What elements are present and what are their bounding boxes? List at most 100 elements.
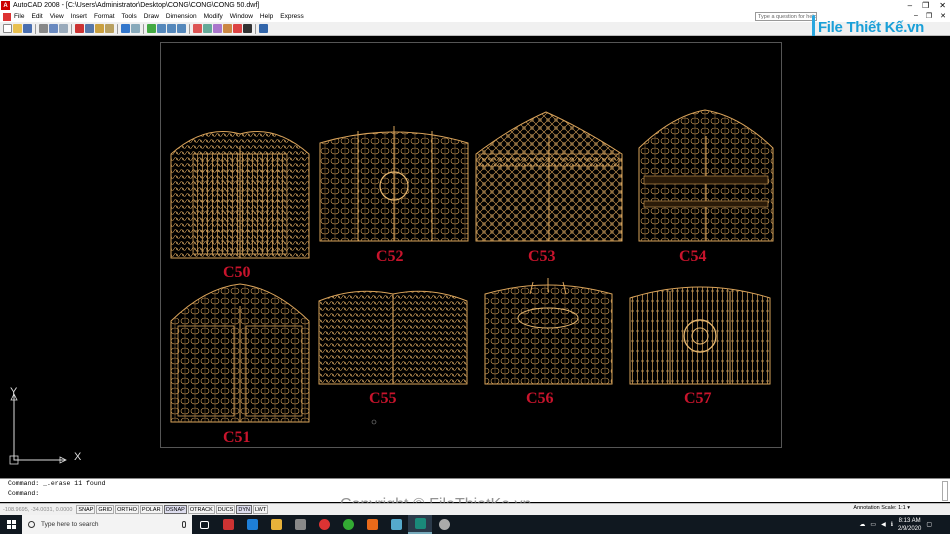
gate-c55[interactable]	[318, 290, 468, 385]
polar-toggle[interactable]: POLAR	[139, 505, 163, 514]
taskbar-app[interactable]	[432, 515, 456, 534]
doc-maximize-button[interactable]: ❐	[926, 12, 932, 20]
command-scrollbar[interactable]	[942, 481, 948, 501]
gate-drawings	[170, 109, 774, 425]
zoom-previous-icon[interactable]	[177, 24, 186, 33]
annotation-scale[interactable]: Annotation Scale: 1:1 ▾	[853, 505, 910, 511]
minimize-button[interactable]: –	[908, 1, 912, 10]
network-icon[interactable]: ▭	[870, 521, 876, 528]
drawing-area[interactable]: C50 C52 C53 C54 C51 C55 C56 C57 Y X	[0, 36, 950, 478]
windows-taskbar: Type here to search	[0, 515, 950, 534]
sheet-set-icon[interactable]	[223, 24, 232, 33]
menu-format[interactable]: Format	[94, 13, 115, 20]
system-tray: ☁ ▭ ◀ ℹ 8:13 AM 2/9/2020 ▢	[859, 515, 932, 534]
taskbar-app[interactable]	[240, 515, 264, 534]
menu-modify[interactable]: Modify	[204, 13, 223, 20]
coordinate-readout[interactable]: -108.9695, -34.0031, 0.0000	[0, 507, 76, 513]
start-button[interactable]	[0, 515, 22, 534]
match-properties-icon[interactable]	[105, 24, 114, 33]
tool-palettes-icon[interactable]	[213, 24, 222, 33]
clock-date: 2/9/2020	[897, 525, 922, 532]
gate-c54[interactable]	[638, 109, 774, 242]
help-icon[interactable]	[259, 24, 268, 33]
label-c57: C57	[684, 390, 712, 407]
maximize-button[interactable]: ❐	[922, 1, 929, 10]
store-icon	[294, 519, 306, 530]
gate-c51[interactable]	[170, 283, 310, 423]
clock[interactable]: 8:13 AM 2/9/2020	[898, 517, 921, 533]
cut-icon[interactable]	[75, 24, 84, 33]
label-c55: C55	[369, 390, 397, 407]
markup-icon[interactable]	[233, 24, 242, 33]
toolbar-separator	[35, 23, 36, 34]
undo-icon[interactable]	[121, 24, 130, 33]
taskbar-app[interactable]	[264, 515, 288, 534]
paste-icon[interactable]	[95, 24, 104, 33]
taskbar-app[interactable]	[336, 515, 360, 534]
status-bar: -108.9695, -34.0031, 0.0000 SNAP GRID OR…	[0, 503, 950, 515]
close-button[interactable]: ✕	[939, 1, 946, 10]
toolbar-separator	[189, 23, 190, 34]
redo-icon[interactable]	[131, 24, 140, 33]
menu-view[interactable]: View	[50, 13, 64, 20]
taskbar-app-autocad[interactable]	[408, 515, 432, 534]
open-icon[interactable]	[13, 24, 22, 33]
properties-icon[interactable]	[193, 24, 202, 33]
menu-insert[interactable]: Insert	[71, 13, 87, 20]
plot-preview-icon[interactable]	[49, 24, 58, 33]
toolbar-separator	[117, 23, 118, 34]
lwt-toggle[interactable]: LWT	[252, 505, 269, 514]
snap-toggle[interactable]: SNAP	[76, 505, 96, 514]
pan-icon[interactable]	[147, 24, 156, 33]
search-placeholder: Type here to search	[41, 521, 99, 528]
design-center-icon[interactable]	[203, 24, 212, 33]
taskbar-app[interactable]	[360, 515, 384, 534]
menu-express[interactable]: Express	[280, 13, 303, 20]
taskbar-app[interactable]	[288, 515, 312, 534]
dyn-toggle[interactable]: DYN	[236, 505, 252, 514]
help-search-input[interactable]: Type a question for help	[755, 12, 817, 21]
gate-c52[interactable]	[319, 126, 469, 242]
taskbar-app[interactable]	[384, 515, 408, 534]
ducs-toggle[interactable]: DUCS	[215, 505, 236, 514]
zoom-window-icon[interactable]	[167, 24, 176, 33]
standard-toolbar	[0, 22, 950, 36]
volume-icon[interactable]: ◀	[881, 521, 886, 528]
print-icon[interactable]	[39, 24, 48, 33]
gate-c57[interactable]	[629, 286, 771, 385]
menu-tools[interactable]: Tools	[122, 13, 137, 20]
save-icon[interactable]	[23, 24, 32, 33]
new-icon[interactable]	[3, 24, 12, 33]
publish-icon[interactable]	[59, 24, 68, 33]
menu-draw[interactable]: Draw	[144, 13, 159, 20]
menu-window[interactable]: Window	[230, 13, 253, 20]
taskbar-app[interactable]	[312, 515, 336, 534]
microphone-icon[interactable]	[182, 521, 186, 528]
menu-edit[interactable]: Edit	[31, 13, 42, 20]
cloud-icon[interactable]: ☁	[859, 521, 865, 528]
command-history-line: Command: _.erase 11 found	[8, 480, 106, 487]
menu-dimension[interactable]: Dimension	[166, 13, 197, 20]
ime-icon[interactable]: ℹ	[891, 521, 893, 528]
grid-toggle[interactable]: GRID	[96, 505, 115, 514]
task-view-button[interactable]	[192, 515, 216, 534]
task-view-icon	[199, 520, 209, 529]
menu-help[interactable]: Help	[260, 13, 273, 20]
gate-c50[interactable]	[170, 131, 310, 259]
gate-c53[interactable]	[475, 111, 623, 242]
menu-file[interactable]: File	[14, 13, 24, 20]
doc-close-button[interactable]: ✕	[940, 12, 946, 20]
gate-c56[interactable]	[484, 278, 613, 385]
document-icon[interactable]	[3, 12, 11, 21]
otrack-toggle[interactable]: OTRACK	[187, 505, 215, 514]
osnap-toggle[interactable]: OSNAP	[163, 505, 187, 514]
ortho-toggle[interactable]: ORTHO	[115, 505, 139, 514]
zoom-realtime-icon[interactable]	[157, 24, 166, 33]
chrome-icon	[318, 519, 330, 530]
taskbar-app[interactable]	[216, 515, 240, 534]
notification-icon[interactable]: ▢	[926, 521, 932, 528]
calculator-icon[interactable]	[243, 24, 252, 33]
taskbar-search-box[interactable]: Type here to search	[22, 515, 192, 534]
copy-icon[interactable]	[85, 24, 94, 33]
cursor-marker	[371, 419, 377, 425]
